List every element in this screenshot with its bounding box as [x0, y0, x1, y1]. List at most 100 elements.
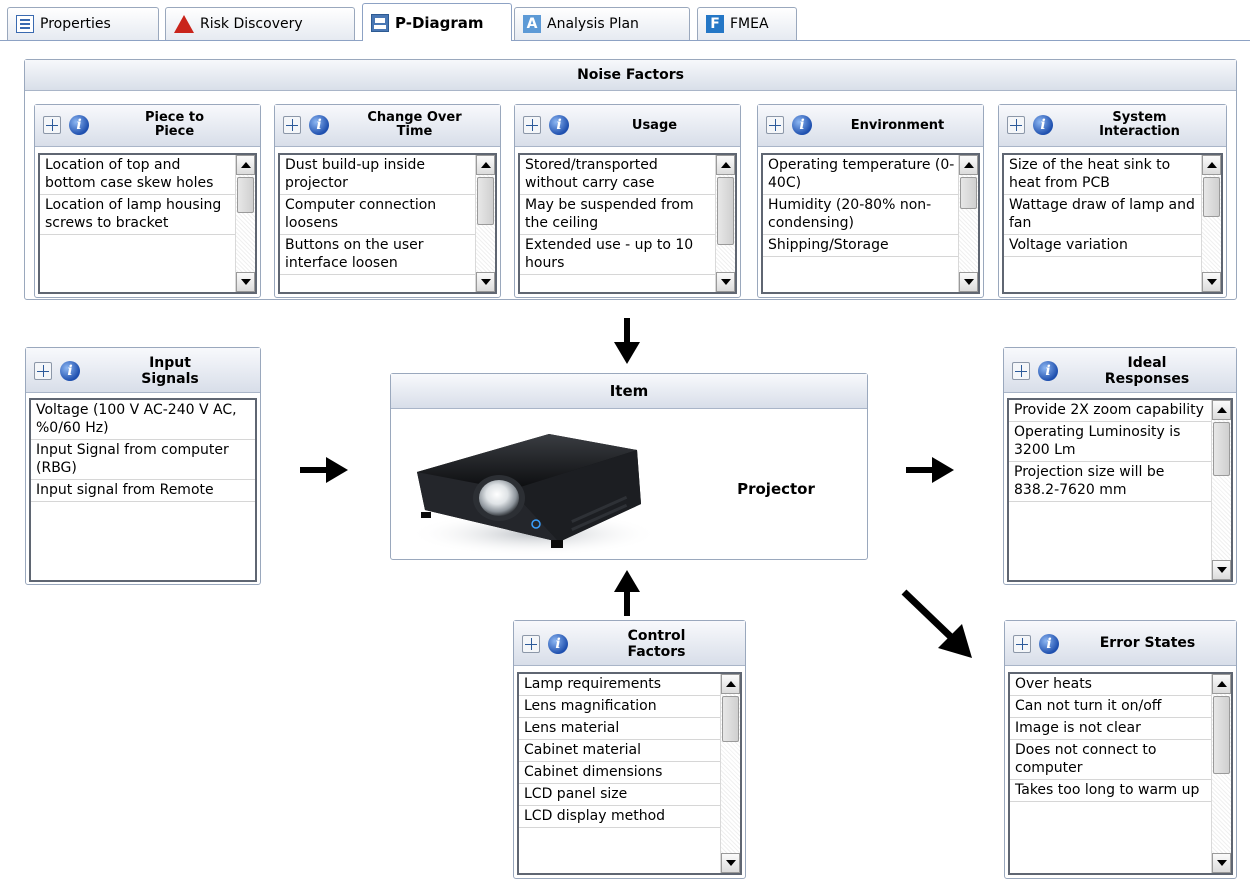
- scroll-down-icon[interactable]: [716, 272, 735, 292]
- scroll-thumb[interactable]: [960, 177, 977, 209]
- list-item[interactable]: Over heats: [1010, 674, 1212, 696]
- list-item[interactable]: Extended use - up to 10 hours: [520, 235, 716, 275]
- ideal-responses-list[interactable]: Provide 2X zoom capability Operating Lum…: [1007, 398, 1233, 582]
- list-item[interactable]: Does not connect to computer: [1010, 740, 1212, 780]
- panel-title: Environment: [850, 118, 945, 133]
- scroll-thumb[interactable]: [1213, 696, 1230, 774]
- list-item[interactable]: Shipping/Storage: [763, 235, 959, 257]
- move-icon[interactable]: [43, 116, 61, 134]
- scroll-thumb[interactable]: [1213, 422, 1230, 476]
- list-item[interactable]: Location of lamp housing screws to brack…: [40, 195, 236, 235]
- info-icon[interactable]: i: [69, 115, 89, 135]
- noise-list-usage[interactable]: Stored/transported without carry case Ma…: [518, 153, 737, 294]
- scroll-thumb[interactable]: [477, 177, 494, 225]
- tab-p-diagram[interactable]: P-Diagram: [362, 3, 512, 41]
- list-item[interactable]: Voltage (100 V AC-240 V AC, %0/60 Hz): [31, 400, 255, 440]
- list-item[interactable]: Size of the heat sink to heat from PCB: [1004, 155, 1202, 195]
- list-item[interactable]: Input signal from Remote: [31, 480, 255, 502]
- info-icon[interactable]: i: [792, 115, 812, 135]
- list-item[interactable]: Voltage variation: [1004, 235, 1202, 257]
- scroll-down-icon[interactable]: [959, 272, 978, 292]
- tab-fmea[interactable]: F FMEA: [697, 7, 797, 40]
- noise-factors-title: Noise Factors: [25, 60, 1236, 91]
- move-icon[interactable]: [766, 116, 784, 134]
- scrollbar[interactable]: [475, 155, 495, 292]
- input-signals-list[interactable]: Voltage (100 V AC-240 V AC, %0/60 Hz) In…: [29, 398, 257, 582]
- scrollbar[interactable]: [1211, 400, 1231, 580]
- noise-list-change-over-time[interactable]: Dust build-up inside projector Computer …: [278, 153, 497, 294]
- scroll-up-icon[interactable]: [1212, 400, 1231, 420]
- list-item[interactable]: Projection size will be 838.2-7620 mm: [1009, 462, 1212, 502]
- list-item[interactable]: Can not turn it on/off: [1010, 696, 1212, 718]
- list-item[interactable]: LCD panel size: [519, 784, 721, 806]
- info-icon[interactable]: i: [548, 634, 568, 654]
- scrollbar[interactable]: [1201, 155, 1221, 292]
- list-item[interactable]: Lamp requirements: [519, 674, 721, 696]
- list-item[interactable]: Image is not clear: [1010, 718, 1212, 740]
- scroll-down-icon[interactable]: [1202, 272, 1221, 292]
- list-item[interactable]: Operating Luminosity is 3200 Lm: [1009, 422, 1212, 462]
- list-item[interactable]: Cabinet dimensions: [519, 762, 721, 784]
- list-item[interactable]: Wattage draw of lamp and fan: [1004, 195, 1202, 235]
- info-icon[interactable]: i: [309, 115, 329, 135]
- scroll-down-icon[interactable]: [1212, 853, 1231, 873]
- scrollbar[interactable]: [235, 155, 255, 292]
- tab-analysis-plan[interactable]: A Analysis Plan: [514, 7, 690, 40]
- scroll-up-icon[interactable]: [1202, 155, 1221, 175]
- scroll-up-icon[interactable]: [236, 155, 255, 175]
- scrollbar[interactable]: [720, 674, 740, 873]
- scroll-thumb[interactable]: [1203, 177, 1220, 217]
- info-icon[interactable]: i: [1033, 115, 1053, 135]
- scroll-up-icon[interactable]: [721, 674, 740, 694]
- move-icon[interactable]: [1012, 362, 1030, 380]
- list-item[interactable]: Cabinet material: [519, 740, 721, 762]
- move-icon[interactable]: [283, 116, 301, 134]
- list-item[interactable]: Provide 2X zoom capability: [1009, 400, 1212, 422]
- scrollbar[interactable]: [958, 155, 978, 292]
- scroll-thumb[interactable]: [237, 177, 254, 213]
- control-factors-list[interactable]: Lamp requirements Lens magnification Len…: [517, 672, 742, 875]
- list-item[interactable]: Stored/transported without carry case: [520, 155, 716, 195]
- panel-header: i Usage: [515, 105, 740, 147]
- list-item[interactable]: Lens material: [519, 718, 721, 740]
- scrollbar[interactable]: [715, 155, 735, 292]
- info-icon[interactable]: i: [60, 361, 80, 381]
- scroll-thumb[interactable]: [722, 696, 739, 742]
- move-icon[interactable]: [34, 362, 52, 380]
- noise-list-system-interaction[interactable]: Size of the heat sink to heat from PCB W…: [1002, 153, 1223, 294]
- info-icon[interactable]: i: [549, 115, 569, 135]
- list-item[interactable]: Humidity (20-80% non-condensing): [763, 195, 959, 235]
- noise-list-piece-to-piece[interactable]: Location of top and bottom case skew hol…: [38, 153, 257, 294]
- move-icon[interactable]: [1007, 116, 1025, 134]
- scroll-up-icon[interactable]: [959, 155, 978, 175]
- list-item[interactable]: Location of top and bottom case skew hol…: [40, 155, 236, 195]
- move-icon[interactable]: [523, 116, 541, 134]
- list-item[interactable]: Buttons on the user interface loosen: [280, 235, 476, 275]
- scroll-down-icon[interactable]: [721, 853, 740, 873]
- list-item[interactable]: Computer connection loosens: [280, 195, 476, 235]
- tab-risk-discovery[interactable]: Risk Discovery: [165, 7, 355, 40]
- scroll-up-icon[interactable]: [476, 155, 495, 175]
- arrow-diagonal-icon: [901, 589, 972, 658]
- noise-list-environment[interactable]: Operating temperature (0-40C) Humidity (…: [761, 153, 980, 294]
- scroll-down-icon[interactable]: [1212, 560, 1231, 580]
- move-icon[interactable]: [1013, 635, 1031, 653]
- info-icon[interactable]: i: [1039, 634, 1059, 654]
- error-states-list[interactable]: Over heats Can not turn it on/off Image …: [1008, 672, 1233, 875]
- scroll-up-icon[interactable]: [716, 155, 735, 175]
- list-item[interactable]: LCD display method: [519, 806, 721, 828]
- scroll-down-icon[interactable]: [476, 272, 495, 292]
- scroll-thumb[interactable]: [717, 177, 734, 245]
- list-item[interactable]: Input Signal from computer (RBG): [31, 440, 255, 480]
- list-item[interactable]: Takes too long to warm up: [1010, 780, 1212, 802]
- list-item[interactable]: Dust build-up inside projector: [280, 155, 476, 195]
- scroll-down-icon[interactable]: [236, 272, 255, 292]
- move-icon[interactable]: [522, 635, 540, 653]
- scroll-up-icon[interactable]: [1212, 674, 1231, 694]
- list-item[interactable]: Operating temperature (0-40C): [763, 155, 959, 195]
- list-item[interactable]: May be suspended from the ceiling: [520, 195, 716, 235]
- list-item[interactable]: Lens magnification: [519, 696, 721, 718]
- scrollbar[interactable]: [1211, 674, 1231, 873]
- info-icon[interactable]: i: [1038, 361, 1058, 381]
- tab-properties[interactable]: Properties: [7, 7, 159, 40]
